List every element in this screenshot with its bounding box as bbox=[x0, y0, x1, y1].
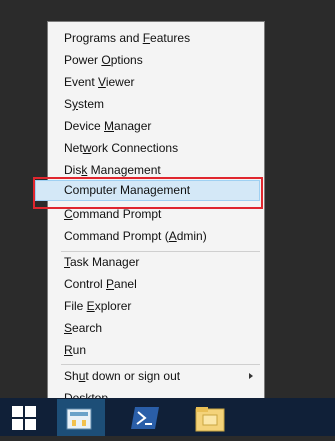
submenu-arrow-icon bbox=[249, 373, 253, 379]
menu-item-run[interactable]: Run bbox=[48, 340, 264, 361]
menu-item-search[interactable]: Search bbox=[48, 318, 264, 339]
file-explorer-icon bbox=[195, 407, 225, 432]
server-manager-icon bbox=[66, 408, 92, 430]
menu-item-power-options[interactable]: Power Options bbox=[48, 50, 264, 71]
file-explorer-button[interactable] bbox=[186, 399, 234, 436]
menu-item-event-viewer[interactable]: Event Viewer bbox=[48, 72, 264, 93]
menu-item-system[interactable]: System bbox=[48, 94, 264, 115]
menu-item-command-prompt-admin[interactable]: Command Prompt (Admin) bbox=[48, 226, 264, 247]
menu-item-file-explorer[interactable]: File Explorer bbox=[48, 296, 264, 317]
server-manager-button[interactable] bbox=[57, 399, 105, 436]
menu-item-network-connections[interactable]: Network Connections bbox=[48, 138, 264, 159]
winx-context-menu: Programs and Features Power Options Even… bbox=[35, 21, 265, 411]
menu-separator bbox=[61, 364, 260, 365]
menu-item-device-manager[interactable]: Device Manager bbox=[48, 116, 264, 137]
menu-item-task-manager[interactable]: Task Manager bbox=[48, 252, 264, 273]
powershell-button[interactable] bbox=[123, 399, 171, 436]
menu-item-programs-and-features[interactable]: Programs and Features bbox=[48, 28, 264, 49]
windows-logo-icon[interactable] bbox=[12, 406, 36, 430]
menu-item-control-panel[interactable]: Control Panel bbox=[48, 274, 264, 295]
annotation-highlight-box bbox=[33, 177, 263, 209]
powershell-icon bbox=[131, 407, 159, 429]
menu-item-shut-down-or-sign-out[interactable]: Shut down or sign out bbox=[48, 366, 264, 387]
